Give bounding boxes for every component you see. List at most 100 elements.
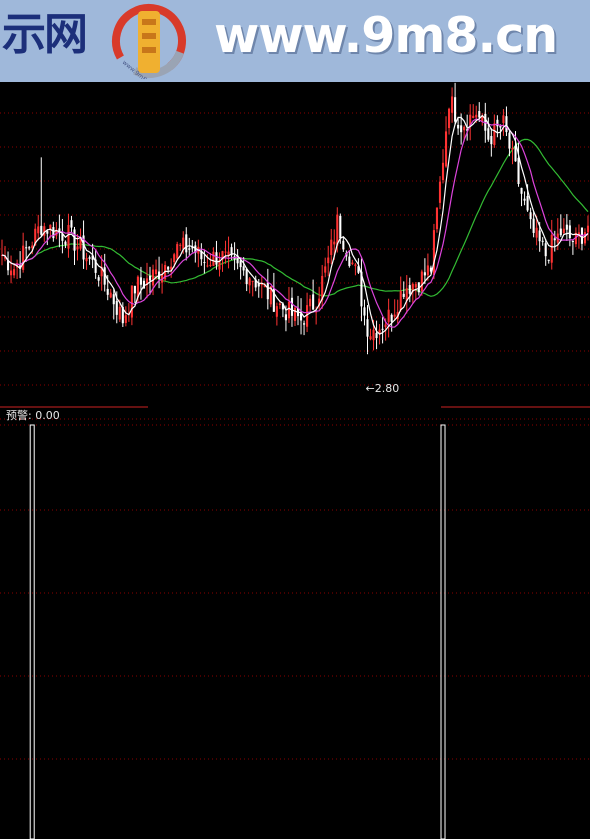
candle-body	[13, 269, 16, 276]
candle-body	[532, 218, 535, 233]
candle-body	[293, 307, 297, 321]
candle-body	[139, 277, 143, 285]
warning-signal-bars	[29, 424, 446, 839]
ma30-path	[1, 138, 589, 297]
candle-body	[124, 315, 127, 323]
signal-bar	[440, 424, 446, 839]
candle-body	[73, 229, 76, 251]
candle-body	[550, 234, 553, 263]
candle-body	[475, 114, 478, 118]
candle-body	[10, 270, 13, 276]
candle-body	[553, 238, 556, 241]
candle-body	[22, 245, 25, 270]
candle-body	[571, 240, 574, 242]
candle-body	[176, 244, 179, 259]
candle-body	[215, 252, 218, 265]
candle-body	[70, 220, 73, 228]
candle-body	[454, 97, 457, 122]
candle-body	[541, 240, 544, 242]
candle-body	[529, 212, 532, 220]
candle-body	[224, 251, 227, 253]
candle-body	[209, 264, 212, 266]
signal-bar	[29, 424, 35, 839]
candle-body	[336, 214, 339, 246]
candle-body	[408, 285, 411, 294]
candle-body	[118, 306, 121, 320]
candle-body	[284, 314, 287, 321]
candle-body	[248, 278, 251, 286]
candle-body	[562, 228, 565, 234]
candle-body	[133, 285, 136, 294]
candle-body	[414, 284, 417, 288]
candle-body	[251, 280, 254, 282]
candle-body	[381, 328, 384, 330]
site-logo: www.9m8.cn	[112, 4, 186, 79]
candle-body	[275, 306, 278, 317]
candle-body	[37, 226, 40, 234]
candle-body	[242, 266, 245, 271]
candle-body	[339, 215, 342, 239]
candle-body	[423, 272, 426, 276]
candle-body	[64, 241, 67, 245]
candle-body	[76, 246, 79, 250]
candle-body	[112, 294, 115, 305]
candle-body	[387, 309, 390, 323]
candle-body	[67, 225, 70, 249]
candle-body	[538, 230, 541, 242]
candle-body	[535, 227, 538, 238]
candle-body	[457, 124, 460, 129]
ma30-line	[1, 138, 589, 297]
candle-body	[586, 225, 590, 233]
candle-body	[390, 314, 393, 322]
candle-body	[460, 125, 463, 133]
stock-chart	[0, 82, 590, 839]
candle-body	[426, 265, 429, 276]
candle-body	[523, 198, 526, 201]
candle-body	[472, 115, 475, 119]
candle-body	[478, 110, 481, 118]
candle-body	[508, 132, 511, 149]
candle-body	[330, 239, 333, 255]
candle-body	[52, 227, 55, 239]
candle-body	[188, 248, 191, 250]
candle-body	[312, 294, 315, 310]
candle-body	[46, 231, 49, 234]
watermark-banner: 示网 www.9m8.cn www.9m8.cn	[0, 0, 590, 82]
candle-body	[384, 324, 387, 328]
candle-body	[366, 319, 369, 337]
candle-body	[309, 298, 312, 307]
candle-body	[278, 303, 281, 305]
candle-body	[88, 257, 91, 259]
ma5-path	[1, 114, 589, 335]
candle-body	[185, 234, 188, 253]
candle-body	[393, 314, 396, 317]
candle-body	[203, 262, 206, 264]
site-name-text: 示网	[2, 9, 88, 60]
candle-body	[167, 266, 170, 270]
candle-body	[303, 323, 306, 325]
candle-body	[438, 181, 442, 203]
candle-body	[206, 265, 209, 267]
candle-body	[499, 125, 502, 128]
candle-body	[559, 228, 562, 236]
candle-body	[399, 290, 402, 311]
candle-body	[511, 148, 514, 150]
candle-body	[151, 269, 155, 286]
candle-body	[372, 329, 375, 341]
candle-body	[526, 195, 529, 211]
candle-body	[451, 96, 454, 113]
site-url-text: www.9m8.cn	[214, 7, 558, 64]
candle-body	[444, 131, 448, 167]
candle-body	[435, 207, 439, 230]
candle-body	[290, 297, 294, 316]
candle-body	[517, 157, 520, 185]
candle-body	[115, 300, 118, 315]
candle-body	[502, 115, 505, 124]
candle-body	[354, 264, 357, 267]
candle-body	[85, 257, 88, 262]
candle-body	[493, 123, 496, 145]
candle-body	[287, 301, 291, 319]
candle-body	[568, 225, 571, 239]
candle-body	[351, 262, 354, 265]
candle-body	[342, 240, 345, 250]
